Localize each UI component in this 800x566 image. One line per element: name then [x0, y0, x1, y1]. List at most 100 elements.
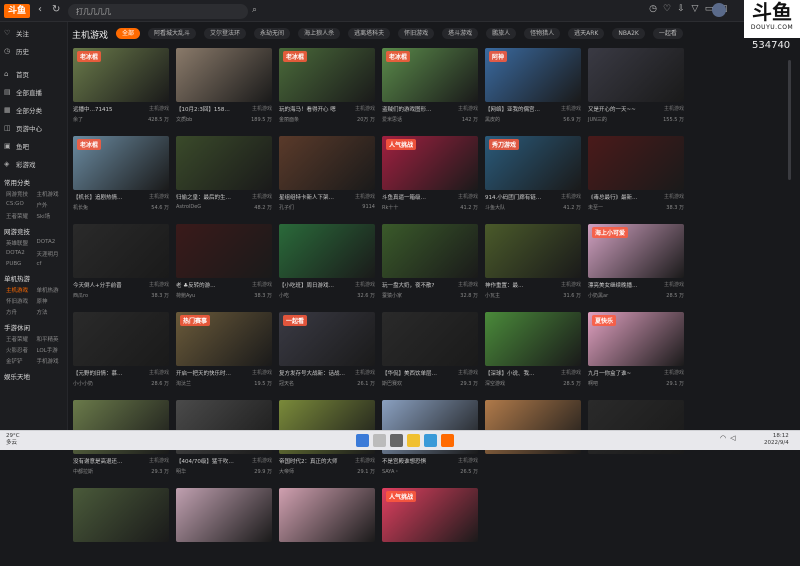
streamer-name[interactable]: 爱米思话 — [382, 116, 402, 123]
streamer-name[interactable]: 大帝师 — [279, 468, 294, 475]
sidebar-sub-item[interactable]: 主机游戏 — [37, 190, 68, 198]
category-tab[interactable]: 逃离塔科夫 — [348, 28, 391, 39]
stream-thumbnail[interactable]: 热门赛事 — [176, 312, 272, 366]
stream-thumbnail[interactable] — [279, 136, 375, 190]
stream-category-tag[interactable]: 主机游戏 — [561, 369, 581, 377]
taskview-icon[interactable] — [390, 434, 403, 447]
streamer-name[interactable]: 小瓦主 — [485, 292, 500, 299]
sidebar-sub-item[interactable]: 户外 — [37, 201, 68, 209]
scrollbar[interactable] — [788, 60, 791, 180]
edge-icon[interactable] — [424, 434, 437, 447]
stream-title[interactable]: 【10月2:3回】158… — [176, 105, 230, 113]
streamer-name[interactable]: Rk十十 — [382, 204, 398, 211]
sidebar-sub-item[interactable]: 网游竞技 — [6, 190, 37, 198]
streamer-name[interactable]: 未至一 — [588, 204, 603, 211]
stream-title[interactable]: 【深球】小说、我… — [485, 369, 535, 377]
streamer-name[interactable]: 深空游戏 — [485, 380, 505, 387]
stream-category-tag[interactable]: 主机游戏 — [355, 193, 375, 201]
streamer-name[interactable]: 机长兔 — [73, 204, 88, 211]
stream-title[interactable]: 【网络】亚我的偶宫… — [485, 105, 540, 113]
stream-thumbnail[interactable] — [176, 224, 272, 278]
stream-category-tag[interactable]: 主机游戏 — [149, 369, 169, 377]
stream-title[interactable]: 玩一盘大奶，夜不散? — [382, 281, 434, 289]
stream-card[interactable]: 热门赛事 开启一把天的快乐时… 主机游戏 淘汰兰 19.5 万 — [176, 312, 272, 390]
sidebar-sub-item[interactable]: CS:GO — [6, 201, 37, 209]
sidebar-sub-item[interactable]: 王者荣耀 — [6, 212, 37, 220]
streamer-name[interactable]: 啊吧 — [588, 380, 598, 387]
stream-thumbnail[interactable]: 阿神 — [485, 48, 581, 102]
sidebar-item[interactable]: ▦ 全部分类 — [0, 102, 67, 117]
streamer-name[interactable]: 中都拉斯 — [73, 468, 93, 475]
stream-card[interactable]: 老冰棍 【机长】追剧热情… 主机游戏 机长兔 54.6 万 — [73, 136, 169, 214]
category-tab[interactable]: 艾尔登法环 — [204, 28, 247, 39]
stream-card[interactable]: 海上小可爱 漂亮美女继续晚播… 主机游戏 小奶黑ar 28.5 万 — [588, 224, 684, 302]
stream-category-tag[interactable]: 主机游戏 — [664, 193, 684, 201]
stream-title[interactable]: 漂亮美女继续晚播… — [588, 281, 638, 289]
sidebar-item[interactable]: ⌂ 首页 — [0, 66, 67, 81]
stream-card[interactable]: 老冰棍 玩的海马！看得开心 嗯 主机游戏 金丽面条 20万 万 — [279, 48, 375, 126]
sidebar-item[interactable]: ◈ 彩游戏 — [0, 156, 67, 171]
stream-card[interactable]: 【10月2:3回】158… 主机游戏 文质bb 189.5 万 — [176, 48, 272, 126]
stream-card[interactable]: 老 ♣反转的游… 主机游戏 荷鲍Ayu 38.3 万 — [176, 224, 272, 302]
sidebar-sub-item[interactable]: 和平精英 — [37, 335, 68, 343]
streamer-name[interactable]: 斗鱼大队 — [485, 204, 505, 211]
streamer-name[interactable]: 西瓜ro — [73, 292, 88, 299]
stream-thumbnail[interactable]: 老冰棍 — [279, 48, 375, 102]
sidebar-section-head[interactable]: 网游竞技 — [0, 226, 67, 239]
stream-title[interactable]: 九月一你盒了谁~ — [588, 369, 631, 377]
stream-category-tag[interactable]: 主机游戏 — [149, 193, 169, 201]
sidebar-sub-item[interactable]: 原神 — [37, 297, 68, 305]
stream-thumbnail[interactable] — [588, 48, 684, 102]
stream-title[interactable]: 今天倒人+分手前晋 — [73, 281, 122, 289]
refresh-icon[interactable]: ↻ — [52, 4, 60, 15]
category-tab[interactable]: 全部 — [116, 28, 141, 39]
streamer-name[interactable]: 黑皮的 — [485, 116, 500, 123]
stream-category-tag[interactable]: 主机游戏 — [664, 281, 684, 289]
stream-thumbnail[interactable] — [73, 224, 169, 278]
stream-category-tag[interactable]: 主机游戏 — [149, 281, 169, 289]
stream-title[interactable]: 《毒总最行》最新… — [588, 193, 638, 201]
stream-thumbnail[interactable] — [588, 136, 684, 190]
stream-title[interactable]: 【华侃】美西饮单层… — [382, 369, 437, 377]
stream-card[interactable]: 老冰棍 远播中…71415 主机游戏 余了 428.5 万 — [73, 48, 169, 126]
stream-card[interactable]: 归偷之皇：最后的生… 主机游戏 AstrolDeG 48.2 万 — [176, 136, 272, 214]
stream-card[interactable]: 玩一盘大奶，夜不散? 主机游戏 蚕猿小家 32.8 万 — [382, 224, 478, 302]
stream-category-tag[interactable]: 主机游戏 — [252, 369, 272, 377]
sidebar-sub-item[interactable]: DOTA2 — [37, 239, 68, 247]
search-input[interactable]: 打几几几几 — [68, 4, 248, 19]
stream-card[interactable]: 秀刀游戏 914.小码团门廊有链… 主机游戏 斗鱼大队 41.2 万 — [485, 136, 581, 214]
stream-thumbnail[interactable]: 一起看 — [279, 312, 375, 366]
stream-category-tag[interactable]: 主机游戏 — [458, 105, 478, 113]
streamer-name[interactable]: AstrolDeG — [176, 204, 201, 211]
stream-thumbnail[interactable]: 老冰棍 — [73, 136, 169, 190]
stream-category-tag[interactable]: 主机游戏 — [664, 369, 684, 377]
streamer-name[interactable]: 孔子们 — [279, 204, 294, 211]
stream-card[interactable]: 夏快乐 九月一你盒了谁~ 主机游戏 啊吧 29.1 万 — [588, 312, 684, 390]
stream-category-tag[interactable]: 主机游戏 — [355, 281, 375, 289]
stream-category-tag[interactable]: 主机游戏 — [561, 105, 581, 113]
sidebar-sub-item[interactable]: 英雄联盟 — [6, 239, 37, 247]
stream-thumbnail[interactable] — [279, 488, 375, 542]
stream-card[interactable]: 【小吃班】周日游戏… 主机游戏 小吃 32.6 万 — [279, 224, 375, 302]
stream-thumbnail[interactable] — [176, 136, 272, 190]
stream-category-tag[interactable]: 主机游戏 — [149, 105, 169, 113]
sidebar-sub-item[interactable]: 火影忍者 — [6, 346, 37, 354]
streamer-name[interactable]: 金丽面条 — [279, 116, 299, 123]
stream-title[interactable]: 【小吃班】周日游戏… — [279, 281, 334, 289]
stream-title[interactable]: 【机长】追剧热情… — [73, 193, 123, 201]
streamer-name[interactable]: 余了 — [73, 116, 83, 123]
stream-category-tag[interactable]: 主机游戏 — [458, 281, 478, 289]
stream-category-tag[interactable]: 主机游戏 — [458, 193, 478, 201]
stream-card[interactable]: 阿神 【网络】亚我的偶宫… 主机游戏 黑皮的 56.9 万 — [485, 48, 581, 126]
sidebar-section-head[interactable]: 单机热游 — [0, 273, 67, 286]
stream-thumbnail[interactable] — [382, 224, 478, 278]
sidebar-sub-item[interactable]: DOTA2 — [6, 250, 37, 258]
sidebar-sub-item[interactable]: 手机游戏 — [37, 357, 68, 365]
sidebar-sub-item[interactable]: 主机游戏 — [6, 286, 37, 294]
wifi-icon[interactable]: ◠ — [720, 434, 726, 442]
stream-title[interactable]: 玩的海马！看得开心 嗯 — [279, 105, 336, 113]
stream-category-tag[interactable]: 主机游戏 — [458, 369, 478, 377]
stream-thumbnail[interactable]: 海上小可爱 — [588, 224, 684, 278]
search-icon[interactable]: ⌕ — [252, 5, 257, 15]
stream-title[interactable]: 不是宫殿谁想恐惧 — [382, 457, 426, 465]
